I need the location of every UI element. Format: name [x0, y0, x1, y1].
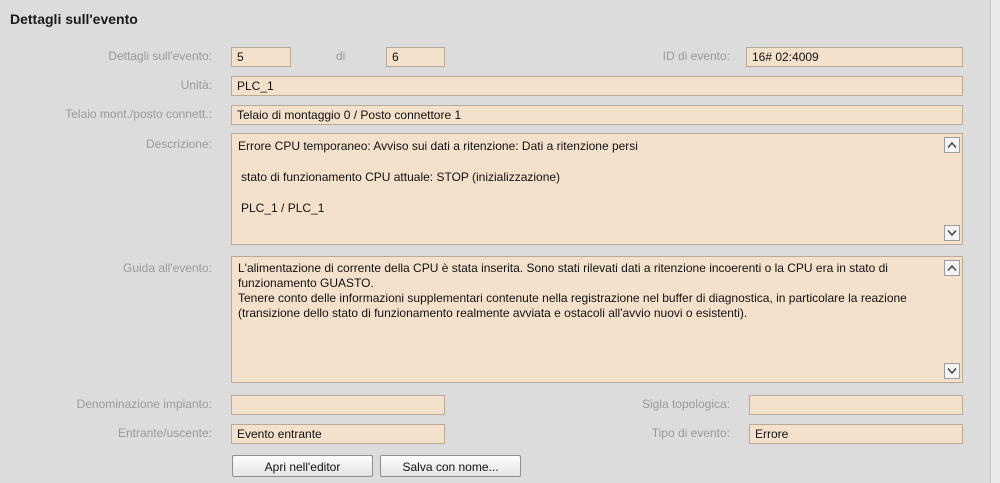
event-id-field[interactable]: 16# 02:4009: [746, 47, 963, 67]
description-label: Descrizione:: [145, 137, 212, 151]
guide-scroll-down[interactable]: [944, 363, 960, 379]
chevron-down-icon: [947, 368, 957, 375]
incoming-label: Entrante/uscente:: [117, 426, 212, 440]
event-id-label: ID di evento:: [662, 49, 730, 63]
chevron-up-icon: [947, 141, 957, 148]
event-type-field[interactable]: Errore: [749, 424, 963, 444]
chevron-up-icon: [947, 264, 957, 271]
plant-name-label: Denominazione impianto:: [76, 397, 212, 411]
description-line: PLC_1 / PLC_1: [241, 201, 325, 215]
guide-textarea[interactable]: L'alimentazione di corrente della CPU è …: [231, 256, 963, 383]
event-total-field[interactable]: 6: [386, 47, 445, 67]
event-type-label: Tipo di evento:: [651, 426, 730, 440]
topology-label: Sigla topologica:: [641, 397, 730, 411]
unit-field[interactable]: PLC_1: [231, 76, 963, 96]
guide-scroll-up[interactable]: [944, 260, 960, 276]
description-line: stato di funzionamento CPU attuale: STOP…: [241, 170, 561, 184]
plant-name-field[interactable]: [231, 395, 445, 415]
incoming-field[interactable]: Evento entrante: [231, 424, 445, 444]
guide-label: Guida all'evento:: [122, 261, 212, 275]
description-line: Errore CPU temporaneo: Avviso sui dati a…: [238, 139, 638, 153]
description-textarea[interactable]: Errore CPU temporaneo: Avviso sui dati a…: [231, 133, 963, 245]
event-details-panel: Dettagli sull'evento Dettagli sull'event…: [0, 0, 990, 483]
section-title: Dettagli sull'evento: [10, 11, 138, 27]
rack-slot-field[interactable]: Telaio di montaggio 0 / Posto connettore…: [231, 105, 963, 125]
description-scroll-up[interactable]: [944, 137, 960, 153]
window-scrollbar-edge[interactable]: [990, 0, 1000, 483]
chevron-down-icon: [947, 230, 957, 237]
event-details-label: Dettagli sull'evento:: [108, 49, 212, 63]
open-in-editor-button[interactable]: Apri nell'editor: [232, 455, 373, 477]
event-index-field[interactable]: 5: [231, 47, 291, 67]
rack-slot-label: Telaio mont./posto connett.:: [65, 107, 212, 121]
description-scroll-down[interactable]: [944, 225, 960, 241]
of-label: di: [336, 49, 346, 63]
save-as-button[interactable]: Salva con nome...: [380, 455, 521, 477]
unit-label: Unità:: [180, 78, 212, 92]
guide-text: L'alimentazione di corrente della CPU è …: [238, 261, 907, 320]
topology-field[interactable]: [749, 395, 963, 415]
